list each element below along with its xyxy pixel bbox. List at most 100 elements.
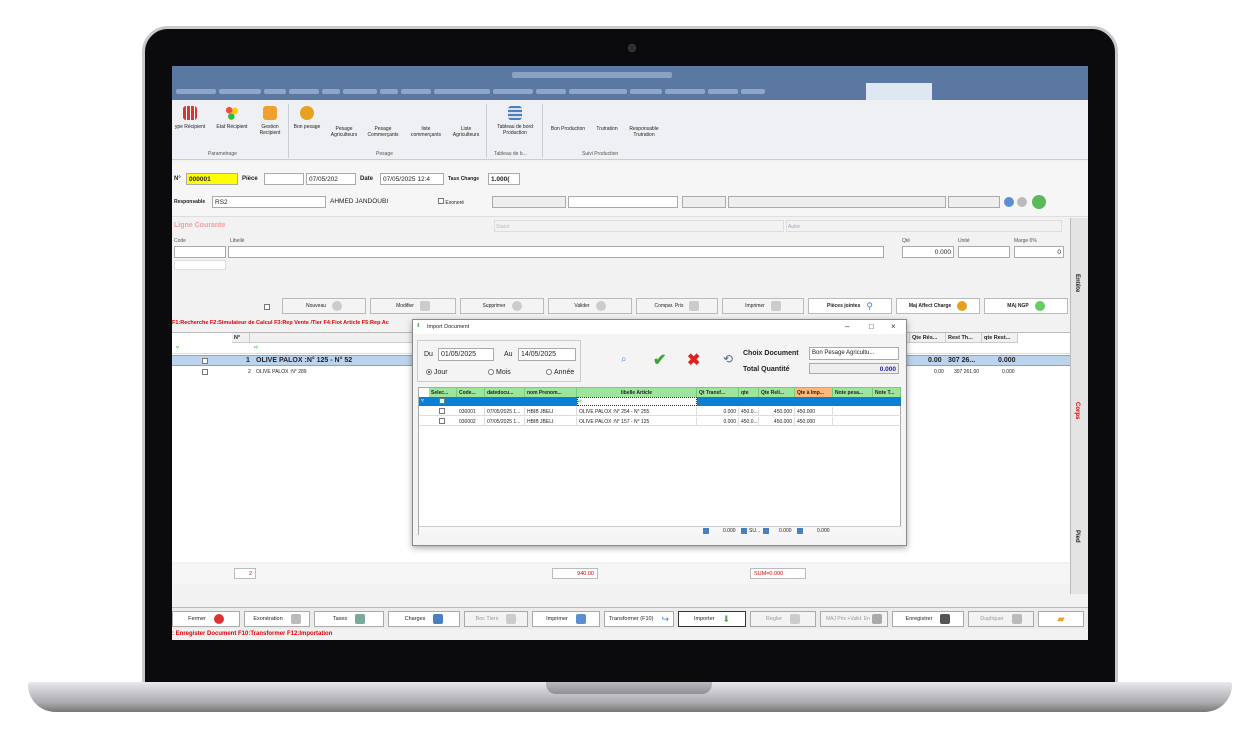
- qte-field[interactable]: 0.000: [902, 246, 954, 258]
- piece-date-field[interactable]: 07/05/202: [306, 173, 356, 185]
- modifier-button[interactable]: Modifier: [370, 298, 456, 314]
- regler-button[interactable]: Regler: [750, 611, 816, 627]
- responsable-select[interactable]: RS2: [212, 196, 326, 208]
- compar-prix-button[interactable]: Compar. Prix: [636, 298, 718, 314]
- field-empty[interactable]: [568, 196, 678, 208]
- pieces-jointes-button[interactable]: Pièces jointes ⚲: [808, 298, 892, 314]
- libelle-filter-field[interactable]: ➪: [577, 397, 697, 406]
- libelle-field[interactable]: [228, 246, 884, 258]
- col-header-note-pesage[interactable]: Note pesa...: [833, 388, 873, 397]
- maj-affect-charge-button[interactable]: Maj Affect Charge: [896, 298, 980, 314]
- minimize-button[interactable]: –: [845, 322, 849, 331]
- validate-icon[interactable]: [1032, 195, 1046, 209]
- supprimer-button[interactable]: Supprimer: [460, 298, 544, 314]
- maximize-button[interactable]: □: [869, 322, 874, 331]
- ribbon-gestion-recipient[interactable]: Gestion Recipient: [254, 106, 286, 136]
- ribbon-pesage-agriculteurs[interactable]: Pesage Agriculteurs: [326, 126, 362, 138]
- tab-entete[interactable]: Entête: [1074, 274, 1080, 292]
- filter-row[interactable]: ▿ ➪: [419, 397, 901, 406]
- col-header-date[interactable]: datedocu...: [485, 388, 525, 397]
- ribbon-liste-agriculteurs[interactable]: Liste Agriculteurs: [448, 126, 484, 138]
- menu-tab[interactable]: [630, 89, 662, 94]
- enregistrer-button[interactable]: Enregistrer: [892, 611, 964, 627]
- exoneration-button[interactable]: Exonération: [244, 611, 310, 627]
- menu-tab[interactable]: [741, 89, 765, 94]
- radio-jour[interactable]: Jour: [426, 369, 448, 376]
- row-checkbox[interactable]: [202, 358, 208, 364]
- col-header-no[interactable]: N°: [232, 333, 250, 343]
- table-row[interactable]: 030002 07/05/2025 1... HBIB JBELI OLIVE …: [419, 417, 901, 426]
- menu-tab[interactable]: [380, 89, 398, 94]
- open-folder-button[interactable]: ▰: [1038, 611, 1084, 627]
- check-icon[interactable]: ✔: [653, 350, 666, 370]
- col-header-qte-reli[interactable]: Qte Reli...: [759, 388, 795, 397]
- col-header-select[interactable]: Selec...: [429, 388, 457, 397]
- valider-button[interactable]: Valider: [548, 298, 632, 314]
- refresh-icon[interactable]: [1017, 197, 1027, 207]
- close-button[interactable]: ×: [891, 322, 896, 331]
- nouveau-button[interactable]: Nouveau: [282, 298, 366, 314]
- tab-pied[interactable]: Pied: [1074, 530, 1080, 543]
- menu-tab[interactable]: [569, 89, 627, 94]
- col-header-qte-imp[interactable]: Qte à Imp...: [795, 388, 833, 397]
- unite-select[interactable]: [958, 246, 1010, 258]
- col-header-code[interactable]: Code...: [457, 388, 485, 397]
- menu-tab[interactable]: [536, 89, 566, 94]
- marge-field[interactable]: 0: [1014, 246, 1064, 258]
- select-all-checkbox[interactable]: [439, 398, 445, 404]
- col-header-qte[interactable]: qte: [739, 388, 759, 397]
- code-field[interactable]: [174, 246, 226, 258]
- col-header-libelle[interactable]: libelle Article: [577, 388, 697, 397]
- choix-document-select[interactable]: Bon Pesage Agricultu...: [809, 347, 899, 360]
- col-header-rest-th[interactable]: Rest Th...: [946, 333, 982, 343]
- row-checkbox[interactable]: [439, 408, 445, 414]
- menu-tab[interactable]: [401, 89, 431, 94]
- search-icon[interactable]: ⌕: [621, 354, 627, 365]
- taux-change-field[interactable]: 1.000(: [488, 173, 520, 185]
- ribbon-pesage-commercants[interactable]: Pesage Commerçants: [364, 126, 402, 138]
- radio-annee[interactable]: Année: [546, 369, 574, 376]
- ribbon-tableau-de-bord[interactable]: Tableau de bord Production: [490, 106, 540, 136]
- piece-field[interactable]: [264, 173, 304, 185]
- history-icon[interactable]: ⟲: [723, 352, 733, 366]
- fermer-button[interactable]: Fermer: [172, 611, 240, 627]
- imprimer-button[interactable]: Imprimer: [532, 611, 600, 627]
- col-header-qte-res[interactable]: Qte Rés...: [910, 333, 946, 343]
- menu-tab[interactable]: [289, 89, 319, 94]
- maj-ngp-button[interactable]: MAj NGP: [984, 298, 1068, 314]
- menu-tab[interactable]: [219, 89, 261, 94]
- menu-tab[interactable]: [665, 89, 705, 94]
- table-row[interactable]: 030001 07/05/2025 1... HBIB JBELI OLIVE …: [419, 407, 901, 416]
- menu-tab[interactable]: [708, 89, 738, 94]
- charges-button[interactable]: Charges: [388, 611, 460, 627]
- dupliquer-button[interactable]: Dupliquer: [968, 611, 1034, 627]
- date-field[interactable]: 07/05/2025 12:4: [380, 173, 444, 185]
- menu-tab[interactable]: [322, 89, 340, 94]
- line-checkbox[interactable]: [264, 304, 270, 310]
- exonere-checkbox[interactable]: Exonoré: [438, 198, 464, 206]
- menu-tab-active[interactable]: [866, 83, 932, 100]
- ribbon-bon-pesage[interactable]: Bon pesage: [290, 106, 324, 130]
- boc-tiers-button[interactable]: Boc Tiers: [464, 611, 528, 627]
- ribbon-trutration[interactable]: Trutration: [590, 126, 624, 132]
- row-checkbox[interactable]: [439, 418, 445, 424]
- row-checkbox[interactable]: [202, 369, 208, 375]
- menu-tab[interactable]: [493, 89, 533, 94]
- imprimer-line-button[interactable]: Imprimer: [722, 298, 804, 314]
- col-header-nom[interactable]: nom Prenom...: [525, 388, 577, 397]
- menu-tab[interactable]: [176, 89, 216, 94]
- ribbon-bon-production[interactable]: Bon Production: [546, 126, 590, 132]
- col-header-qt-transf[interactable]: Qt Transf...: [697, 388, 739, 397]
- cancel-icon[interactable]: ✖: [687, 350, 700, 370]
- ribbon-type-recipient[interactable]: ype Récipient: [172, 106, 208, 130]
- maj-prix-button[interactable]: MAJ Prix +Valid. En: [820, 611, 888, 627]
- du-date-field[interactable]: 01/05/2025: [438, 348, 494, 361]
- transformer-button[interactable]: Transformer (F10) ↪: [604, 611, 674, 627]
- menu-tab[interactable]: [264, 89, 286, 94]
- importer-button[interactable]: Importer ⬇: [678, 611, 746, 627]
- menu-tab[interactable]: [343, 89, 377, 94]
- ribbon-liste-commercants[interactable]: liste commerçants: [406, 126, 446, 138]
- col-header-note-t[interactable]: Note T...: [873, 388, 901, 397]
- ribbon-responsable-trutration[interactable]: Responsable Trutration: [624, 126, 664, 138]
- tab-corps[interactable]: Corps: [1074, 402, 1080, 419]
